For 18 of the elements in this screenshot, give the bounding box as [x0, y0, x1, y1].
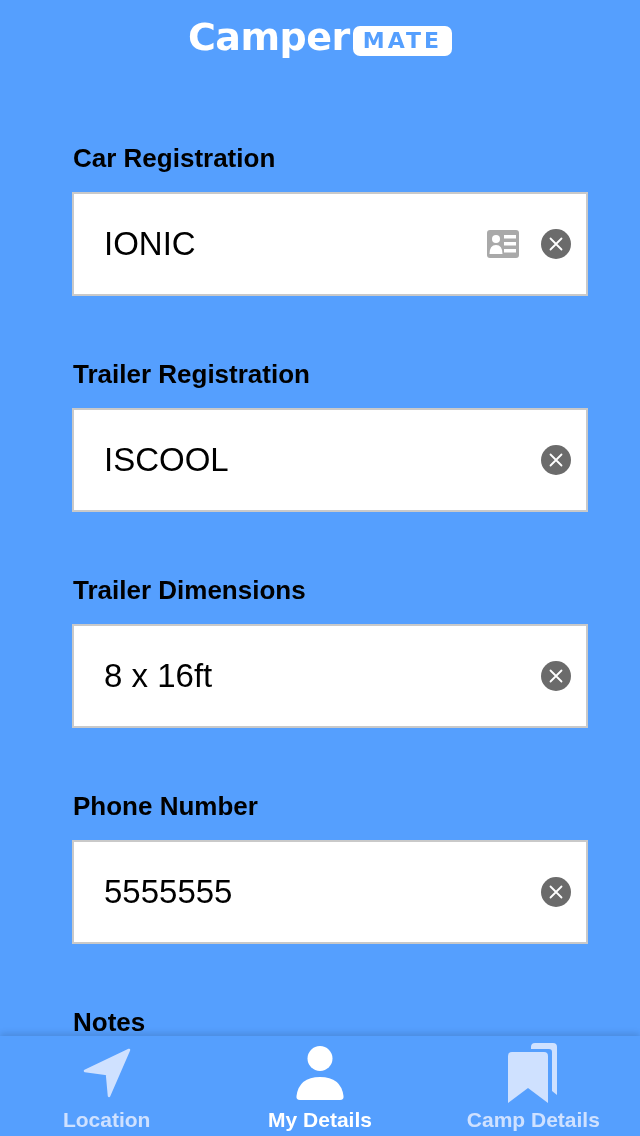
logo-wordmark: Camper	[187, 14, 350, 61]
bookmarks-icon	[508, 1043, 559, 1103]
field-label: Trailer Dimensions	[73, 575, 307, 605]
person-icon	[296, 1046, 344, 1100]
clear-icon[interactable]	[541, 229, 571, 259]
navigation-arrow-icon	[82, 1048, 131, 1098]
field-label: Car Registration	[73, 143, 277, 173]
field-label: Notes	[73, 1007, 147, 1036]
logo-badge: MATE	[352, 26, 453, 56]
clear-icon[interactable]	[541, 661, 571, 691]
text-field[interactable]: 8 x 16ft	[72, 624, 588, 728]
field-label: Phone Number	[73, 791, 259, 821]
text-field[interactable]: ISCOOL	[72, 408, 588, 512]
field-label: Trailer Registration	[73, 359, 311, 389]
text-field[interactable]: 5555555	[72, 840, 588, 944]
text-field[interactable]: IONIC	[72, 192, 588, 296]
clear-icon[interactable]	[541, 877, 571, 907]
clear-icon[interactable]	[541, 445, 571, 475]
